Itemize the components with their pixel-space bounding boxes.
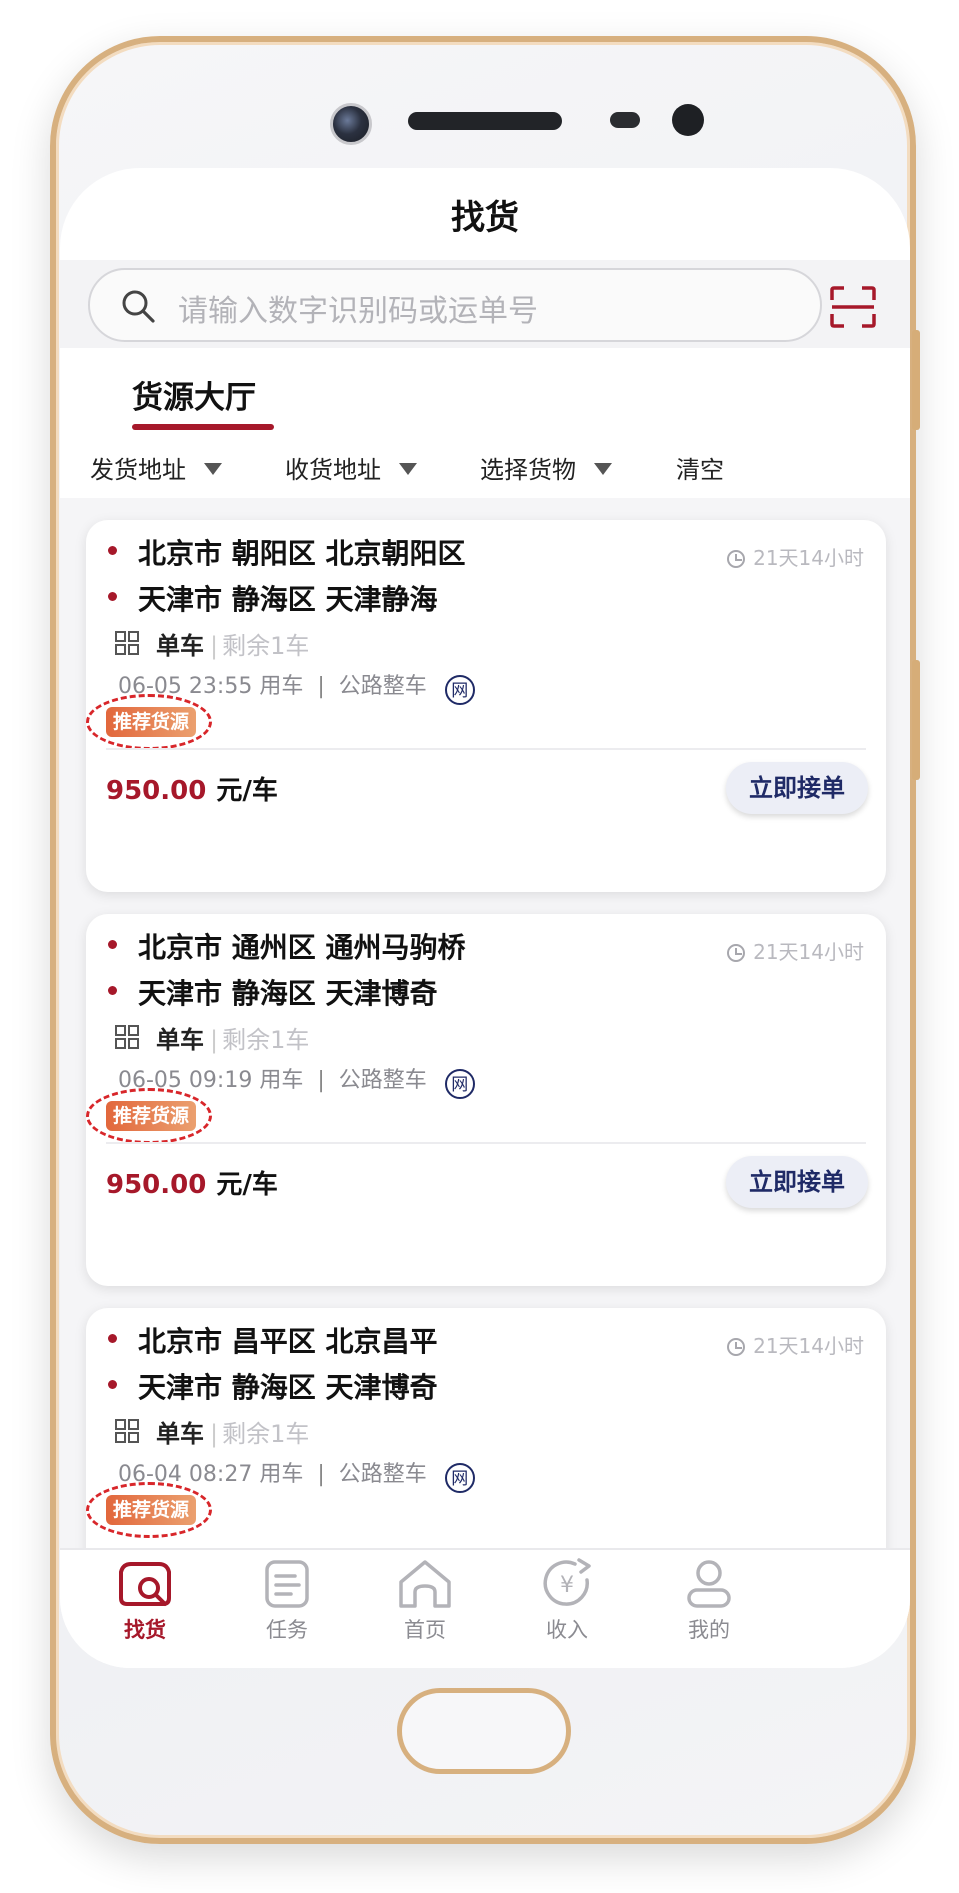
dropdown-triangle-icon [399,463,417,475]
tab-indicator [132,424,274,430]
clock-icon [727,1338,746,1356]
cargo-list: 北京市 朝阳区 北京朝阳区 21天14小时 天津市 静海区 天津静海 单车 | 剩余… [60,498,910,1668]
cargo-card[interactable]: 北京市 朝阳区 北京朝阳区 21天14小时 天津市 静海区 天津静海 单车 | 剩余… [86,520,886,892]
destination-dot [108,1380,117,1389]
vehicle-type: 单车 [156,632,204,660]
clock-icon [727,550,746,568]
destination-address: 天津市 静海区 天津静海 [138,583,438,616]
nav-item-find-cargo[interactable]: 找货 [85,1558,205,1644]
nav-item-income[interactable]: ¥ 收入 [507,1558,627,1644]
network-icon: 网 [444,675,475,705]
side-button [912,660,920,780]
remaining-count: 剩余1车 [222,1026,310,1054]
clock-icon [727,944,746,962]
app-screen: 找货 请输入数字识别码或运单号 货源大厅 发货地址 收货地址 选择货物 清空 北… [60,168,910,1668]
nav-item-task[interactable]: 任务 [227,1558,347,1644]
dropdown-triangle-icon [594,463,612,475]
nav-item-home[interactable]: 首页 [365,1558,485,1644]
transport-type: 公路整车 [338,1068,427,1093]
camera-icon [330,103,372,145]
filter-select-goods[interactable]: 选择货物 [480,450,612,485]
destination-dot [108,986,117,995]
remaining-time: 21天14小时 [727,936,864,965]
remaining-time-text: 21天14小时 [753,940,864,964]
recommend-badge: 推荐货源 [106,1495,197,1525]
filter-label: 选择货物 [480,456,576,484]
remaining-count: 剩余1车 [222,632,310,660]
destination-address: 天津市 静海区 天津博奇 [138,1371,438,1404]
origin-address: 北京市 昌平区 北京昌平 [138,1325,438,1358]
home-hardware-button[interactable] [397,1688,571,1774]
front-sensor [672,104,704,136]
price: 950.00 元/车 [106,770,278,807]
price: 950.00 元/车 [106,1164,278,1201]
find-cargo-icon [119,1562,171,1606]
divider [106,748,866,750]
vehicle-type: 单车 [156,1026,204,1054]
sensor [610,112,640,128]
income-icon: ¥ [543,1558,591,1606]
svg-text:¥: ¥ [560,1573,574,1598]
remaining-time: 21天14小时 [727,1330,864,1359]
filter-label: 收货地址 [285,456,381,484]
filter-label: 发货地址 [90,456,186,484]
grid-icon [115,1025,139,1049]
vehicle-info: 单车 | 剩余1车 [156,1026,310,1054]
speaker-grille [408,112,562,130]
remaining-count: 剩余1车 [222,1420,310,1448]
filter-receive-address[interactable]: 收货地址 [285,450,417,485]
price-unit: 元/车 [216,1170,278,1200]
price-unit: 元/车 [216,776,278,806]
accept-order-button[interactable]: 立即接单 [726,1156,868,1208]
transport-type: 公路整车 [338,1462,427,1487]
search-icon [122,290,155,323]
recommend-badge: 推荐货源 [106,707,197,737]
clear-filters-button[interactable]: 清空 [676,450,724,485]
origin-dot [108,1334,117,1343]
tab-cargo-hall[interactable]: 货源大厅 [132,372,256,417]
filter-ship-address[interactable]: 发货地址 [90,450,222,485]
network-icon: 网 [444,1463,475,1493]
task-icon [265,1560,309,1608]
price-value: 950.00 [106,1170,207,1200]
recommend-badge: 推荐货源 [106,1101,197,1131]
network-icon: 网 [444,1069,475,1099]
origin-dot [108,940,117,949]
nav-label: 收入 [546,1618,588,1642]
nav-label: 首页 [404,1618,446,1642]
bottom-nav: 找货 任务 首页 ¥ 收入 我的 [60,1548,910,1668]
nav-label: 我的 [688,1618,730,1642]
origin-address: 北京市 朝阳区 北京朝阳区 [138,537,466,570]
home-icon [399,1560,451,1608]
origin-address: 北京市 通州区 通州马驹桥 [138,931,466,964]
remaining-time: 21天14小时 [727,542,864,571]
grid-icon [115,631,139,655]
divider [106,1142,866,1144]
vehicle-type: 单车 [156,1420,204,1448]
scan-icon[interactable] [830,286,876,328]
destination-dot [108,592,117,601]
price-value: 950.00 [106,776,207,806]
destination-address: 天津市 静海区 天津博奇 [138,977,438,1010]
nav-label: 任务 [266,1618,308,1642]
remaining-time-text: 21天14小时 [753,546,864,570]
cargo-card[interactable]: 北京市 通州区 通州马驹桥 21天14小时 天津市 静海区 天津博奇 单车 | 剩余… [86,914,886,1286]
side-button [912,330,920,430]
search-placeholder: 请输入数字识别码或运单号 [178,294,538,329]
vehicle-info: 单车 | 剩余1车 [156,632,310,660]
remaining-time-text: 21天14小时 [753,1334,864,1358]
page-title: 找货 [451,198,519,238]
vehicle-info: 单车 | 剩余1车 [156,1420,310,1448]
profile-icon [687,1560,731,1608]
origin-dot [108,546,117,555]
nav-label: 找货 [124,1618,166,1642]
dropdown-triangle-icon [204,463,222,475]
nav-item-profile[interactable]: 我的 [649,1558,769,1644]
search-input[interactable]: 请输入数字识别码或运单号 [88,268,822,342]
grid-icon [115,1419,139,1443]
accept-order-button[interactable]: 立即接单 [726,762,868,814]
transport-type: 公路整车 [338,674,427,699]
